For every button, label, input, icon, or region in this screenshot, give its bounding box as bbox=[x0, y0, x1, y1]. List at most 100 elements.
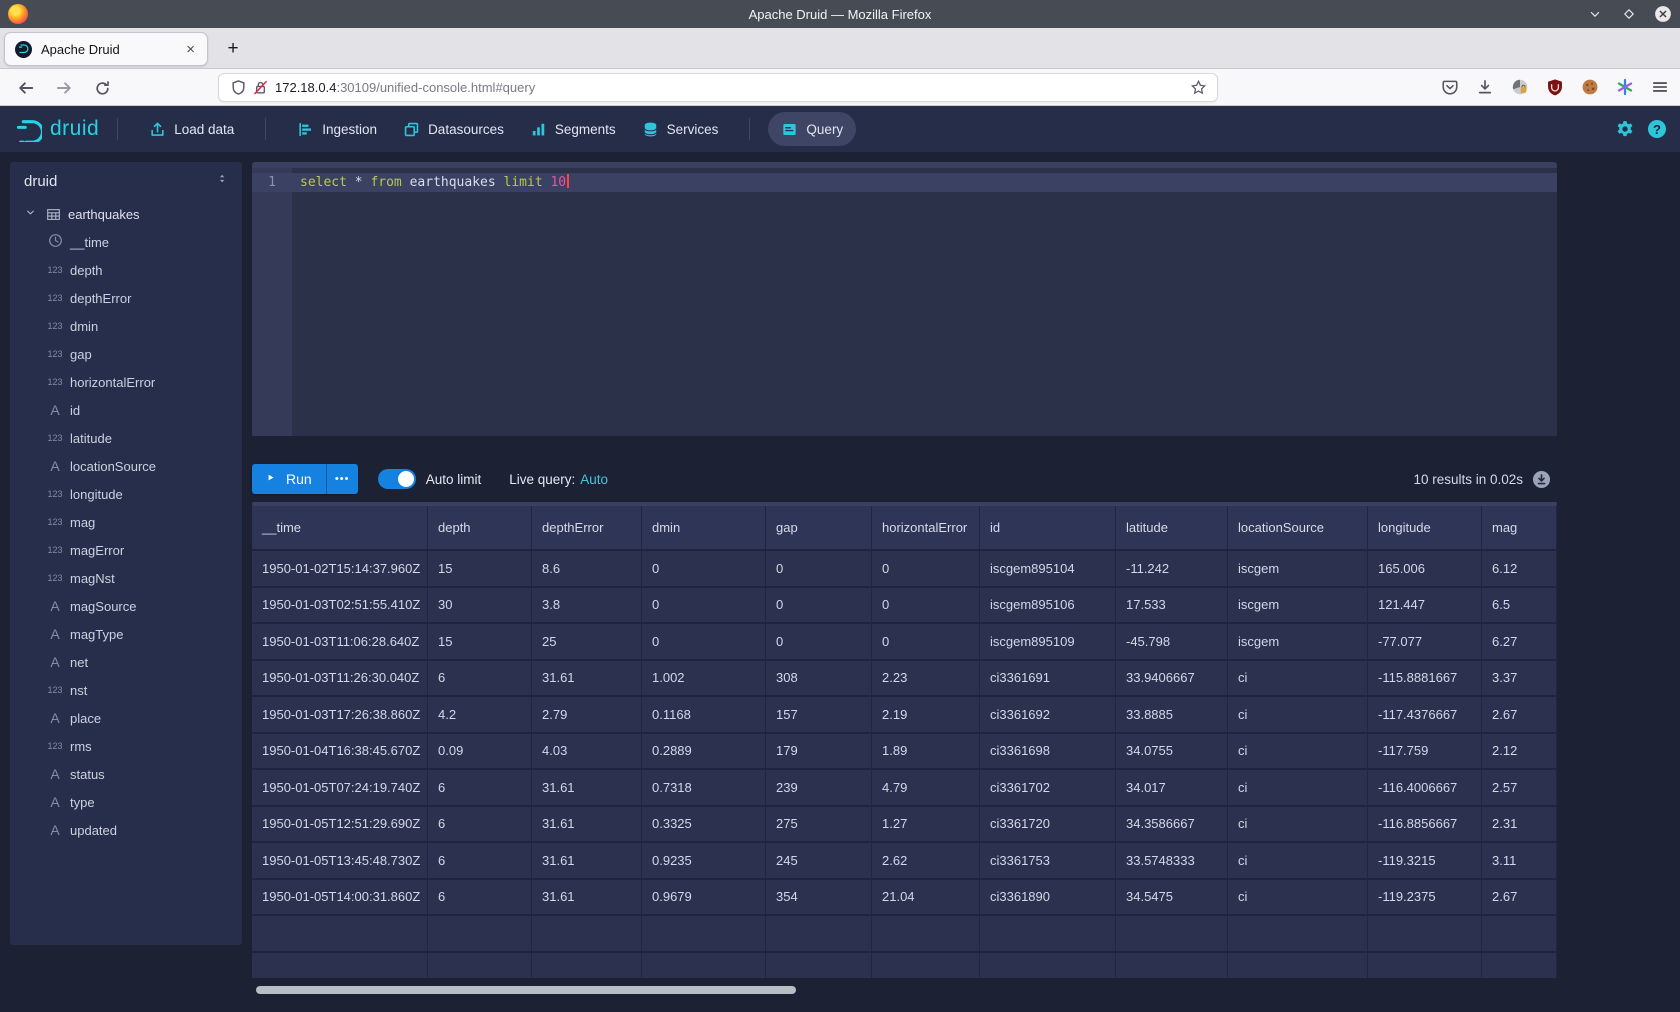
table-cell[interactable]: 6 bbox=[428, 807, 532, 842]
sidebar-column-gap[interactable]: 123gap bbox=[10, 340, 242, 368]
table-cell[interactable]: 0 bbox=[872, 588, 980, 623]
auto-limit-toggle[interactable] bbox=[378, 469, 416, 489]
sort-icon[interactable] bbox=[216, 172, 230, 191]
table-cell[interactable]: 1.89 bbox=[872, 734, 980, 769]
table-cell[interactable]: 275 bbox=[766, 807, 872, 842]
column-header[interactable]: mag bbox=[1482, 506, 1557, 549]
sidebar-column-__time[interactable]: __time bbox=[10, 228, 242, 256]
table-cell[interactable]: 1950-01-02T15:14:37.960Z bbox=[252, 551, 428, 586]
nav-item-query[interactable]: Query bbox=[768, 112, 856, 146]
table-cell[interactable] bbox=[872, 953, 980, 979]
table-cell[interactable]: 30 bbox=[428, 588, 532, 623]
sidebar-column-rms[interactable]: 123rms bbox=[10, 732, 242, 760]
table-cell[interactable]: 25 bbox=[532, 624, 642, 659]
download-results-icon[interactable] bbox=[1532, 470, 1551, 489]
table-cell[interactable]: 31.61 bbox=[532, 843, 642, 878]
table-cell[interactable]: 6 bbox=[428, 880, 532, 915]
chevron-down-icon[interactable] bbox=[24, 208, 40, 220]
table-cell[interactable]: 0.1168 bbox=[642, 697, 766, 732]
table-cell[interactable]: ci bbox=[1228, 880, 1368, 915]
table-cell[interactable]: ci bbox=[1228, 734, 1368, 769]
insecure-lock-icon[interactable] bbox=[249, 77, 271, 99]
table-cell[interactable]: iscgem895106 bbox=[980, 588, 1116, 623]
table-cell[interactable] bbox=[1116, 916, 1228, 951]
table-cell[interactable] bbox=[642, 916, 766, 951]
table-cell[interactable]: 6 bbox=[428, 770, 532, 805]
sidebar-column-magType[interactable]: AmagType bbox=[10, 620, 242, 648]
table-cell[interactable]: 1950-01-04T16:38:45.670Z bbox=[252, 734, 428, 769]
table-cell[interactable]: 1.002 bbox=[642, 661, 766, 696]
table-cell[interactable]: 354 bbox=[766, 880, 872, 915]
table-cell[interactable] bbox=[532, 953, 642, 979]
table-cell[interactable] bbox=[766, 953, 872, 979]
table-cell[interactable]: 34.5475 bbox=[1116, 880, 1228, 915]
table-cell[interactable]: 157 bbox=[766, 697, 872, 732]
table-cell[interactable]: 0 bbox=[642, 588, 766, 623]
sidebar-column-updated[interactable]: Aupdated bbox=[10, 816, 242, 844]
table-cell[interactable] bbox=[1228, 916, 1368, 951]
table-cell[interactable]: 33.5748333 bbox=[1116, 843, 1228, 878]
table-cell[interactable]: 0 bbox=[642, 551, 766, 586]
table-cell[interactable] bbox=[872, 916, 980, 951]
column-header[interactable]: latitude bbox=[1116, 506, 1228, 549]
table-cell[interactable] bbox=[766, 916, 872, 951]
table-cell[interactable] bbox=[532, 916, 642, 951]
table-cell[interactable]: -115.8881667 bbox=[1368, 661, 1482, 696]
column-header[interactable]: horizontalError bbox=[872, 506, 980, 549]
table-cell[interactable]: 15 bbox=[428, 624, 532, 659]
nav-item-services[interactable]: Services bbox=[629, 112, 732, 146]
table-cell[interactable]: 31.61 bbox=[532, 770, 642, 805]
sidebar-column-latitude[interactable]: 123latitude bbox=[10, 424, 242, 452]
table-cell[interactable]: 2.62 bbox=[872, 843, 980, 878]
table-cell[interactable]: 0.7318 bbox=[642, 770, 766, 805]
table-cell[interactable]: 0 bbox=[872, 551, 980, 586]
column-header[interactable]: gap bbox=[766, 506, 872, 549]
table-cell[interactable]: 31.61 bbox=[532, 661, 642, 696]
sidebar-column-type[interactable]: Atype bbox=[10, 788, 242, 816]
shield-icon[interactable] bbox=[227, 77, 249, 99]
table-cell[interactable]: iscgem bbox=[1228, 624, 1368, 659]
table-cell[interactable]: 239 bbox=[766, 770, 872, 805]
table-cell[interactable]: 2.67 bbox=[1482, 880, 1557, 915]
new-tab-button[interactable]: + bbox=[220, 36, 246, 62]
extension-icon[interactable] bbox=[1508, 75, 1532, 99]
table-cell[interactable]: 4.79 bbox=[872, 770, 980, 805]
table-cell[interactable]: -116.8856667 bbox=[1368, 807, 1482, 842]
nav-item-ingestion[interactable]: Ingestion bbox=[284, 112, 390, 146]
table-cell[interactable]: 121.447 bbox=[1368, 588, 1482, 623]
url-text[interactable]: 172.18.0.4:30109/unified-console.html#qu… bbox=[275, 80, 1187, 95]
table-cell[interactable]: 2.23 bbox=[872, 661, 980, 696]
table-cell[interactable]: ci bbox=[1228, 770, 1368, 805]
column-header[interactable]: depthError bbox=[532, 506, 642, 549]
table-cell[interactable]: 21.04 bbox=[872, 880, 980, 915]
run-button[interactable]: Run bbox=[252, 464, 326, 494]
table-cell[interactable] bbox=[252, 916, 428, 951]
minimize-button[interactable] bbox=[1586, 5, 1604, 23]
table-cell[interactable]: 1950-01-03T11:06:28.640Z bbox=[252, 624, 428, 659]
sidebar-column-longitude[interactable]: 123longitude bbox=[10, 480, 242, 508]
browser-tab[interactable]: Apache Druid × bbox=[4, 32, 208, 66]
table-cell[interactable]: ci3361698 bbox=[980, 734, 1116, 769]
menu-hamburger-icon[interactable] bbox=[1648, 75, 1672, 99]
table-cell[interactable]: 6 bbox=[428, 843, 532, 878]
table-cell[interactable] bbox=[642, 953, 766, 979]
table-cell[interactable]: 0.9235 bbox=[642, 843, 766, 878]
table-cell[interactable] bbox=[1482, 953, 1557, 979]
table-cell[interactable]: 2.67 bbox=[1482, 697, 1557, 732]
nav-item-load-data[interactable]: Load data bbox=[136, 112, 247, 146]
table-cell[interactable]: ci bbox=[1228, 697, 1368, 732]
table-cell[interactable]: 4.2 bbox=[428, 697, 532, 732]
table-cell[interactable]: 1.27 bbox=[872, 807, 980, 842]
table-cell[interactable]: 0 bbox=[766, 624, 872, 659]
table-cell[interactable]: 245 bbox=[766, 843, 872, 878]
druid-logo[interactable]: druid bbox=[16, 116, 99, 142]
table-cell[interactable]: 0 bbox=[872, 624, 980, 659]
table-cell[interactable]: 0 bbox=[766, 588, 872, 623]
table-cell[interactable]: 6 bbox=[428, 661, 532, 696]
table-cell[interactable]: -77.077 bbox=[1368, 624, 1482, 659]
table-cell[interactable]: 0.09 bbox=[428, 734, 532, 769]
table-cell[interactable]: 31.61 bbox=[532, 807, 642, 842]
table-cell[interactable]: 34.0755 bbox=[1116, 734, 1228, 769]
table-cell[interactable]: 2.57 bbox=[1482, 770, 1557, 805]
table-cell[interactable]: iscgem895109 bbox=[980, 624, 1116, 659]
